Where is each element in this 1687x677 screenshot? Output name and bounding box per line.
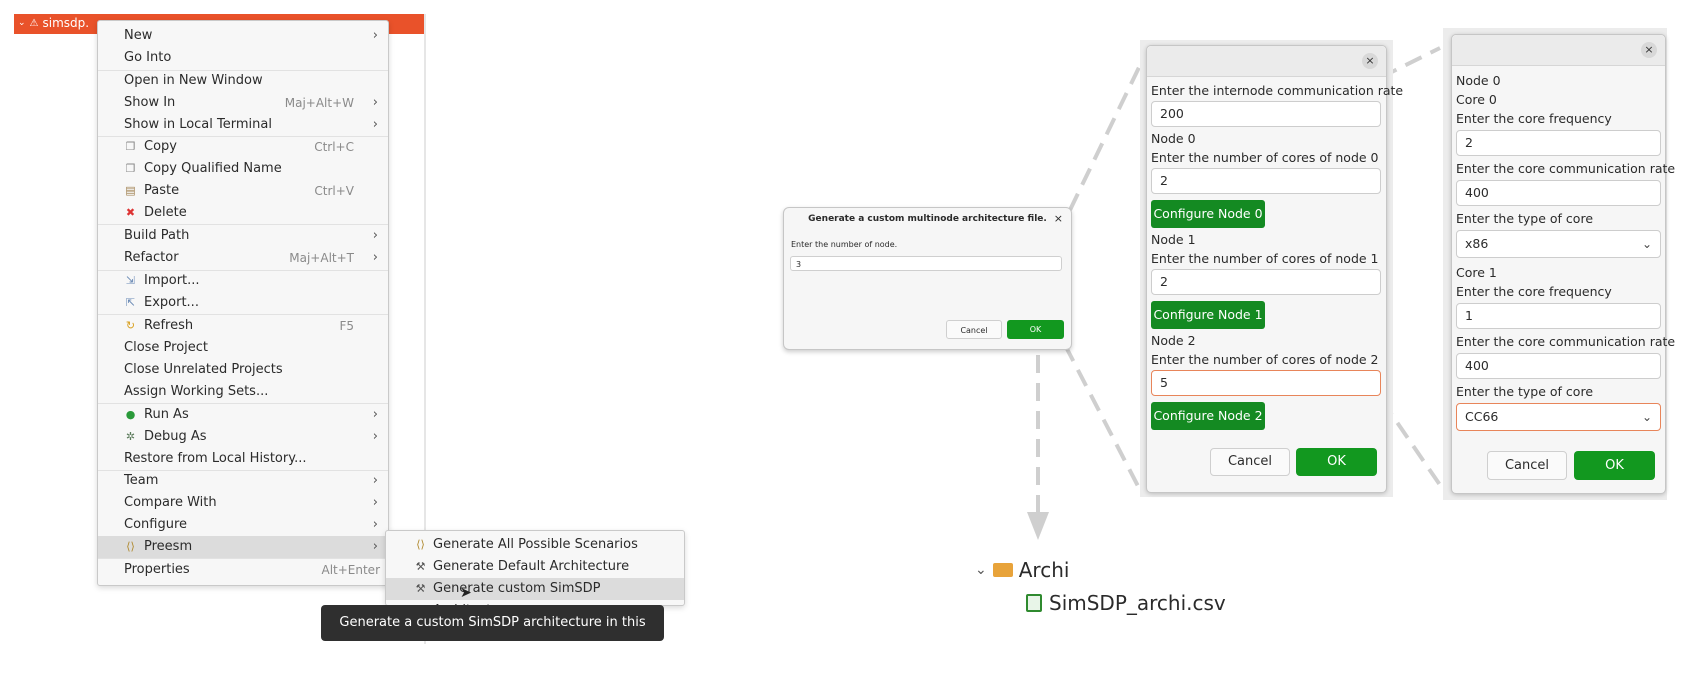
node-1-cores-label: Enter the number of cores of node 1 xyxy=(1151,251,1379,266)
core-1-freq-input[interactable]: 1 xyxy=(1456,303,1661,329)
folder-name: Archi xyxy=(1018,558,1070,582)
dialog-title: Generate a custom multinode architecture… xyxy=(808,214,1047,224)
folder-icon xyxy=(992,563,1013,577)
tree-folder-row[interactable]: ⌄ Archi xyxy=(975,558,1069,582)
chevron-down-icon: ⌄ xyxy=(1641,237,1652,251)
core-1-comm-label: Enter the core communication rate xyxy=(1456,334,1676,349)
core-0-type-value: x86 xyxy=(1465,236,1489,251)
ok-button[interactable]: OK xyxy=(1296,448,1377,476)
file-name: SimSDP_archi.csv xyxy=(1049,591,1226,615)
node-2-title: Node 2 xyxy=(1151,333,1196,348)
dialog-header xyxy=(1452,35,1665,66)
node-0-cores-label: Enter the number of cores of node 0 xyxy=(1151,150,1379,165)
core-1-type-value: CC66 xyxy=(1465,409,1499,424)
arrow-head-icon xyxy=(1027,512,1049,540)
tree-file-row[interactable]: SimSDP_archi.csv xyxy=(1026,591,1226,615)
node-0-title: Node 0 xyxy=(1151,131,1196,146)
cancel-button[interactable]: Cancel xyxy=(1210,448,1290,476)
configure-node-1-button[interactable]: Configure Node 1 xyxy=(1151,301,1265,329)
core-1-type-label: Enter the type of core xyxy=(1456,384,1594,399)
chevron-down-icon: ⌄ xyxy=(1641,410,1652,424)
core-0-title: Core 0 xyxy=(1456,92,1497,107)
core-1-type-select[interactable]: CC66 ⌄ xyxy=(1456,403,1661,431)
core-0-freq-label: Enter the core frequency xyxy=(1456,111,1612,126)
node-config-dialog: × Enter the internode communication rate… xyxy=(1146,45,1403,493)
core-1-freq-label: Enter the core frequency xyxy=(1456,284,1612,299)
node-title: Node 0 xyxy=(1456,73,1501,88)
cancel-button[interactable]: Cancel xyxy=(1487,451,1567,480)
connector-line xyxy=(1068,54,1147,211)
node-count-label: Enter the number of node. xyxy=(791,240,898,249)
node-1-cores-input[interactable]: 2 xyxy=(1151,269,1381,295)
configure-node-2-button[interactable]: Configure Node 2 xyxy=(1151,402,1265,430)
close-icon[interactable]: × xyxy=(1362,53,1378,69)
cancel-button[interactable]: Cancel xyxy=(946,320,1002,339)
node-1-title: Node 1 xyxy=(1151,232,1196,247)
node-2-cores-input[interactable]: 5 xyxy=(1151,370,1381,396)
internode-label: Enter the internode communication rate xyxy=(1151,83,1404,98)
configure-node-0-button[interactable]: Configure Node 0 xyxy=(1151,200,1265,228)
node-count-input[interactable]: 3 xyxy=(790,256,1062,271)
core-0-comm-label: Enter the core communication rate xyxy=(1456,161,1676,176)
ok-button[interactable]: OK xyxy=(1007,320,1064,339)
csv-file-icon xyxy=(1026,594,1042,612)
dialog-header xyxy=(1147,46,1386,77)
close-icon[interactable]: × xyxy=(1641,42,1657,58)
node-count-dialog: Generate a custom multinode architecture… xyxy=(783,207,1072,350)
core-0-freq-input[interactable]: 2 xyxy=(1456,130,1661,156)
core-1-title: Core 1 xyxy=(1456,265,1497,280)
core-0-comm-input[interactable]: 400 xyxy=(1456,180,1661,206)
core-config-dialog: × Node 0 Core 0 Enter the core frequency… xyxy=(1451,34,1675,494)
core-0-type-label: Enter the type of core xyxy=(1456,211,1594,226)
ok-button[interactable]: OK xyxy=(1574,451,1655,480)
close-icon[interactable]: × xyxy=(1054,212,1063,225)
connector-line xyxy=(1063,344,1142,491)
core-0-type-select[interactable]: x86 ⌄ xyxy=(1456,230,1661,258)
node-0-cores-input[interactable]: 2 xyxy=(1151,168,1381,194)
core-1-comm-input[interactable]: 400 xyxy=(1456,353,1661,379)
chevron-down-icon[interactable]: ⌄ xyxy=(975,562,987,578)
internode-rate-input[interactable]: 200 xyxy=(1151,101,1381,127)
node-2-cores-label: Enter the number of cores of node 2 xyxy=(1151,352,1379,367)
